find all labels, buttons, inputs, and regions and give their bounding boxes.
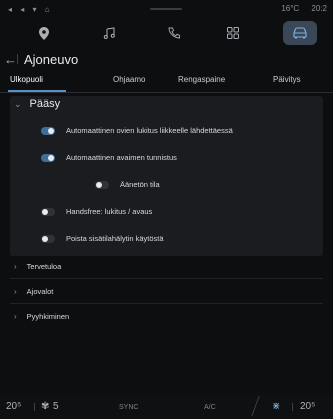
tab-bar: Ulkopuoli Ohjaamo Rengaspaine Päivitys [0,70,333,93]
top-nav [0,18,333,48]
separator [292,403,293,411]
chevron-right-icon: › [14,262,17,271]
toggle-auto-door-lock[interactable] [41,127,55,135]
page-header: ← Ajoneuvo [0,48,333,70]
status-bar: ◂ ◂ ▾ ⌂ 16°C 20:2 [0,0,333,18]
header-divider [17,54,18,64]
toggle-silent-mode[interactable] [95,181,109,189]
apps-grid-icon[interactable] [222,22,244,44]
page-title: Ajoneuvo [24,52,79,67]
section-pyyhkiminen[interactable]: › Pyyhkiminen [14,312,69,321]
access-section-panel [10,96,323,256]
chevron-right-icon: › [14,312,17,321]
left-temperature[interactable]: 20⁵ [6,401,21,412]
section-tervetuloa[interactable]: › Tervetuloa [14,262,61,271]
phone-icon[interactable] [163,22,185,44]
option-label: Äänetön tila [120,180,160,189]
seat-heat-icon[interactable]: ✾ [41,401,49,412]
access-section-header[interactable]: ⌄ Pääsy [14,98,60,110]
option-label: Automaattinen avaimen tunnistus [66,153,177,162]
status-right: 16°C 20:2 [271,4,327,13]
section-label: Tervetuloa [26,262,62,271]
tab-ohjaamo[interactable]: Ohjaamo [113,75,145,84]
tab-rengaspaine[interactable]: Rengaspaine [178,75,225,84]
section-label: Pyyhkiminen [26,312,70,321]
option-label: Automaattinen ovien lukitus liikkeelle l… [66,126,233,135]
climate-bar: 20⁵ ✾ 5 SYNC A/C ⋇ 20⁵ [0,394,333,419]
section-label: Ajovalot [26,287,54,296]
toggle-disable-interior-alarm[interactable] [41,235,55,243]
tab-paivitys[interactable]: Päivitys [273,75,301,84]
chevron-down-icon: ⌄ [14,99,22,109]
chevron-right-icon: › [14,287,17,296]
back-arrow-icon[interactable]: ← [4,52,17,67]
divider [10,303,323,304]
clock: 20:2 [311,4,327,13]
option-label: Handsfree: lukitus / avaus [66,207,153,216]
status-handle [150,8,182,10]
section-title: Pääsy [29,98,61,110]
tab-underline [8,90,66,92]
ac-button[interactable]: A/C [204,404,216,411]
car-icon[interactable] [283,21,317,45]
option-label: Poista sisätilahälytin käytöstä [66,234,164,243]
outside-temperature: 16°C [281,4,300,13]
toggle-auto-key-detection[interactable] [41,154,55,162]
right-temperature[interactable]: 20⁵ [300,401,315,412]
fan-speed[interactable]: 5 [53,401,59,412]
music-icon[interactable] [98,22,120,44]
sync-button[interactable]: SYNC [119,404,138,411]
location-pin-icon[interactable] [33,22,55,44]
section-ajovalot[interactable]: › Ajovalot [14,287,53,296]
divider [10,278,323,279]
heated-seat-icon[interactable]: ⋇ [272,401,280,412]
tab-ulkopuoli[interactable]: Ulkopuoli [10,75,43,84]
toggle-handsfree-lock[interactable] [41,208,55,216]
status-icons: ◂ ◂ ▾ ⌂ [8,5,53,14]
separator [34,403,35,411]
